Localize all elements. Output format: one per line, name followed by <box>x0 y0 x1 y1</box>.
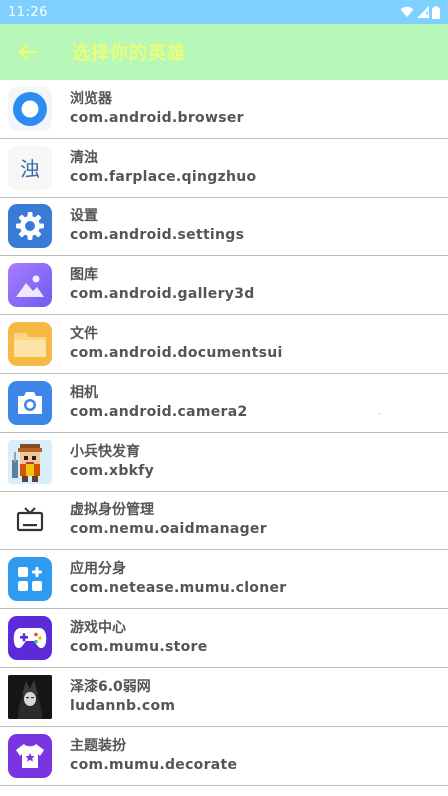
app-name: 虚拟身份管理 <box>70 502 154 519</box>
app-list: 浏览器 com.android.browser 浊 清浊 com.farplac… <box>0 80 448 786</box>
camera-icon <box>8 380 52 425</box>
list-item[interactable]: 虚拟身份管理 com.nemu.oaidmanager <box>0 492 448 551</box>
cloner-icon <box>8 557 52 602</box>
list-item[interactable]: 泽漆6.0弱网 ludannb.com <box>0 668 448 727</box>
list-item[interactable]: 相机 com.android.camera2 <box>0 374 448 433</box>
app-package: ludannb.com <box>70 697 176 714</box>
app-package: com.netease.mumu.cloner <box>70 580 287 597</box>
app-package: com.mumu.store <box>70 639 208 656</box>
signal-icon <box>417 6 429 18</box>
app-package: com.android.documentsui <box>70 345 283 362</box>
wifi-icon <box>400 6 414 17</box>
list-item[interactable]: 浏览器 com.android.browser <box>0 80 448 139</box>
list-item[interactable]: 游戏中心 com.mumu.store <box>0 609 448 668</box>
dark-portrait-icon <box>8 674 52 719</box>
list-item[interactable]: 设置 com.android.settings <box>0 198 448 257</box>
app-name: 应用分身 <box>70 561 126 578</box>
browser-icon <box>8 86 52 131</box>
app-package: com.android.camera2 <box>70 403 248 420</box>
app-name: 浏览器 <box>70 90 112 107</box>
list-item[interactable]: 文件 com.android.documentsui <box>0 315 448 374</box>
app-name: 清浊 <box>70 149 98 166</box>
app-bar: 选择你的英雄 <box>0 24 448 80</box>
status-icons <box>400 5 440 19</box>
folder-icon <box>8 322 52 367</box>
list-item[interactable]: 应用分身 com.netease.mumu.cloner <box>0 550 448 610</box>
gallery-icon <box>8 263 52 308</box>
app-package: com.farplace.qingzhuo <box>70 168 257 185</box>
stray-dot <box>379 413 380 414</box>
gamepad-icon <box>8 616 52 661</box>
tv-icon <box>8 498 52 543</box>
app-package: com.nemu.oaidmanager <box>70 521 267 538</box>
app-package: com.android.browser <box>70 109 244 126</box>
app-package: com.mumu.decorate <box>70 756 238 773</box>
app-package: com.android.settings <box>70 227 245 244</box>
qingzhuo-icon: 浊 <box>8 145 52 190</box>
app-name: 小兵快发育 <box>70 443 140 460</box>
app-package: com.android.gallery3d <box>70 286 255 303</box>
qingzhuo-glyph: 浊 <box>20 157 40 182</box>
list-item[interactable]: 主题装扮 com.mumu.decorate <box>0 727 448 786</box>
app-name: 泽漆6.0弱网 <box>70 678 151 695</box>
app-package: com.xbkfy <box>70 462 155 479</box>
status-time: 11:26 <box>8 4 48 20</box>
settings-gear-icon <box>8 204 52 249</box>
list-item[interactable]: 图库 com.android.gallery3d <box>0 256 448 316</box>
app-name: 设置 <box>70 208 98 225</box>
back-button[interactable] <box>0 24 56 80</box>
page-title: 选择你的英雄 <box>72 43 186 64</box>
list-item[interactable]: 浊 清浊 com.farplace.qingzhuo <box>0 139 448 198</box>
status-bar: 11:26 <box>0 0 448 24</box>
shirt-icon <box>8 733 52 778</box>
pixel-soldier-icon <box>8 439 52 484</box>
battery-icon <box>432 5 440 19</box>
app-name: 相机 <box>70 384 98 401</box>
list-item[interactable]: 小兵快发育 com.xbkfy <box>0 433 448 492</box>
app-name: 文件 <box>70 326 98 343</box>
back-arrow-icon <box>18 43 38 61</box>
app-name: 游戏中心 <box>70 620 126 637</box>
app-name: 主题装扮 <box>70 737 126 754</box>
app-name: 图库 <box>70 267 98 284</box>
